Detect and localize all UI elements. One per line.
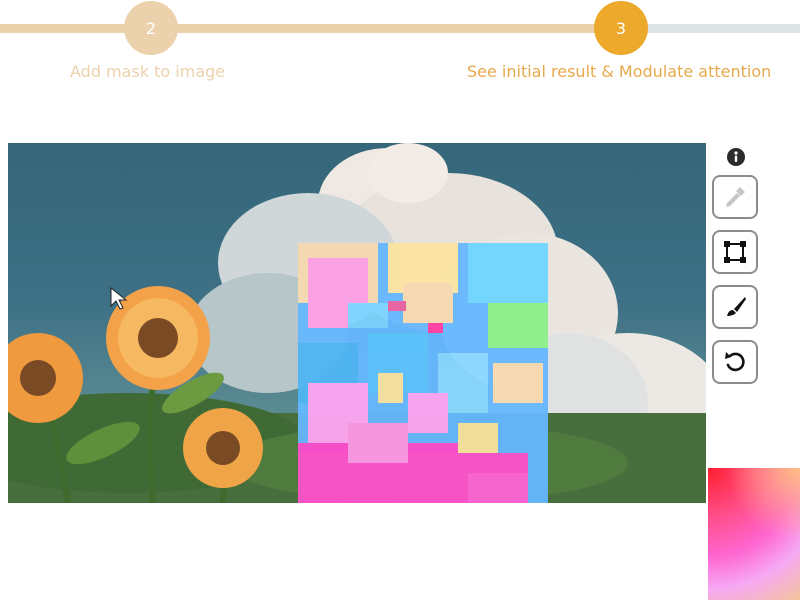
progress-track-completed [0, 24, 620, 33]
eyedropper-button[interactable] [712, 175, 758, 219]
image-canvas[interactable] [8, 143, 706, 503]
sunflower-bottom [183, 408, 263, 488]
undo-button[interactable] [712, 340, 758, 384]
info-icon[interactable] [727, 148, 745, 166]
step-2-circle[interactable]: 2 [124, 1, 178, 55]
step-3-label: See initial result & Modulate attention [467, 62, 772, 81]
step-3-circle[interactable]: 3 [594, 1, 648, 55]
brush-icon [727, 297, 746, 316]
brush-button[interactable] [712, 285, 758, 329]
scene-artwork [8, 143, 706, 503]
segmentation-mask [298, 243, 548, 503]
bounding-box-button[interactable] [712, 230, 758, 274]
step-2-label: Add mask to image [70, 62, 226, 81]
color-palette[interactable] [708, 468, 800, 600]
bounding-box-icon [724, 241, 746, 263]
eyedropper-icon [726, 187, 745, 207]
undo-icon [725, 352, 745, 372]
sunflower-large [106, 286, 210, 390]
